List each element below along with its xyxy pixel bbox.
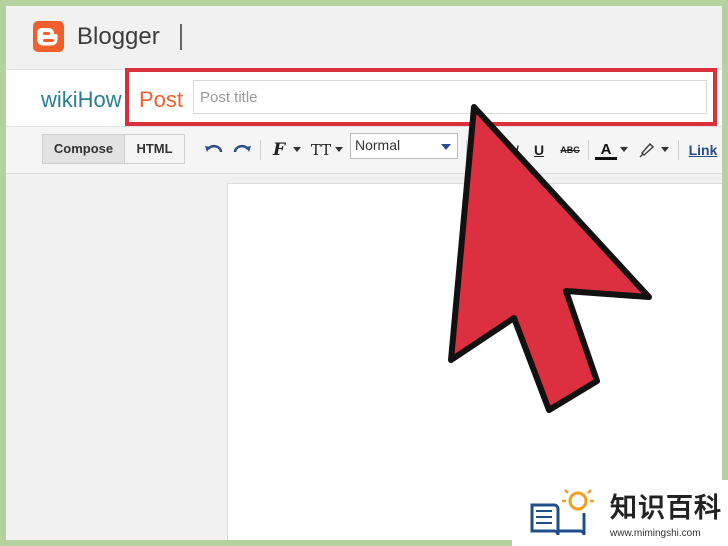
editor-sidebar (6, 174, 226, 540)
post-title-input[interactable] (193, 80, 707, 114)
redo-icon[interactable] (231, 141, 253, 159)
underline-button[interactable]: U (528, 141, 550, 159)
strikethrough-button[interactable]: ABC (557, 141, 583, 159)
highlight-caret-icon[interactable] (661, 147, 669, 152)
app-header: Blogger (6, 6, 722, 70)
html-mode-button[interactable]: HTML (125, 134, 185, 164)
chevron-down-icon (441, 144, 451, 150)
undo-icon[interactable] (203, 141, 225, 159)
format-select-value: Normal (355, 137, 401, 153)
font-size-caret-icon[interactable] (335, 147, 343, 152)
link-button[interactable]: Link (685, 141, 721, 159)
watermark-title: 知识百科 (610, 493, 722, 523)
toolbar-divider (466, 140, 467, 160)
font-size-icon[interactable]: TT (310, 141, 332, 159)
toolbar-divider (260, 140, 261, 160)
watermark-url: www.mimingshi.com (610, 528, 701, 539)
toolbar-divider (678, 140, 679, 160)
app-title: Blogger (77, 23, 160, 50)
text-color-caret-icon[interactable] (620, 147, 628, 152)
bold-button[interactable]: B (482, 141, 504, 159)
post-label: Post (139, 87, 184, 112)
italic-button[interactable]: I (506, 141, 528, 159)
font-family-caret-icon[interactable] (293, 147, 301, 152)
highlight-marker-icon[interactable] (636, 141, 658, 159)
blogger-logo-icon[interactable] (33, 21, 64, 52)
book-lightbulb-icon (528, 489, 598, 542)
toolbar-divider (588, 140, 589, 160)
font-family-icon[interactable]: F (268, 141, 290, 159)
breadcrumb-separator: · (124, 90, 130, 110)
header-divider (180, 24, 182, 50)
editor-toolbar: Compose HTML F TT Normal B I U ABC A Lin… (6, 127, 722, 174)
blogger-editor-window: Blogger wikiHow · Post Compose HTML F TT… (6, 6, 722, 540)
post-title-bar: wikiHow · Post (6, 70, 722, 127)
blog-name-link[interactable]: wikiHow (41, 87, 122, 113)
format-select[interactable]: Normal (350, 133, 458, 159)
compose-mode-button[interactable]: Compose (42, 134, 125, 164)
text-color-button[interactable]: A (595, 141, 617, 160)
